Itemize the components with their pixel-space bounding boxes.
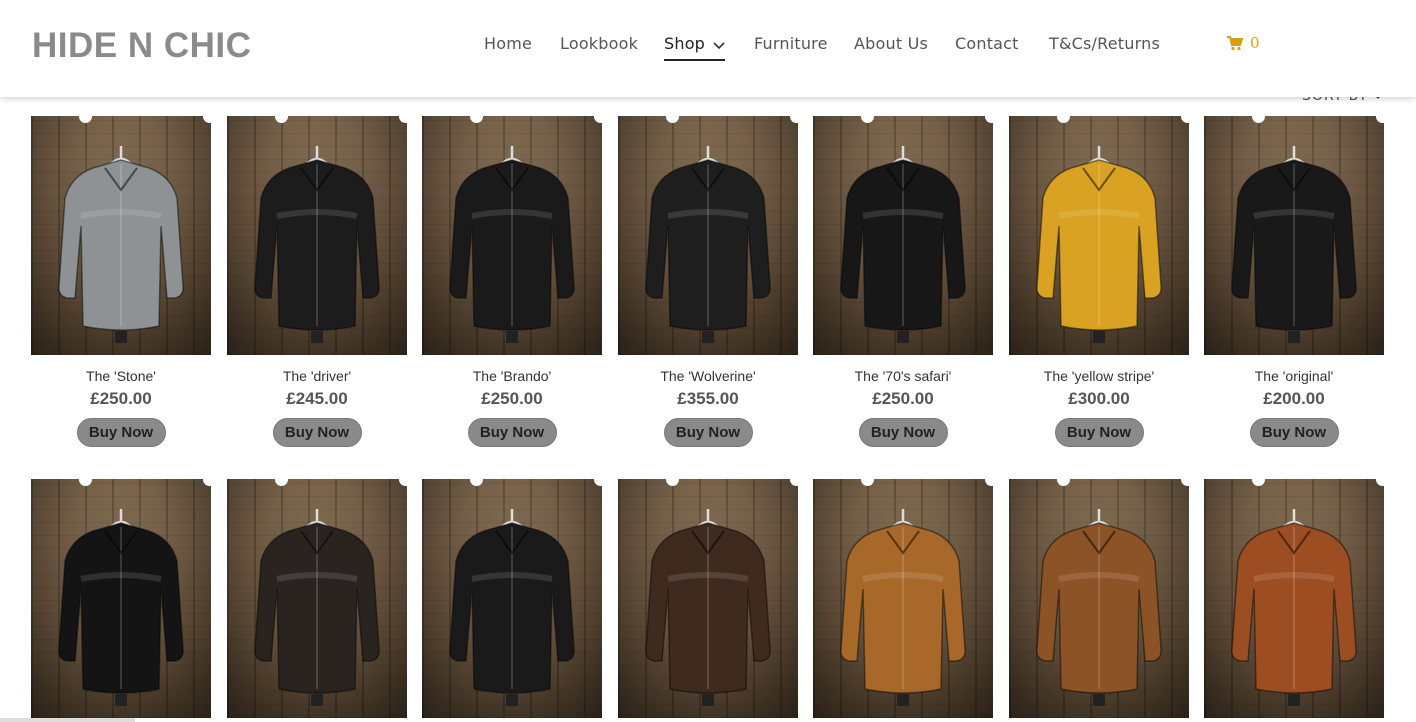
product-image[interactable] <box>618 479 798 718</box>
product-card: The 'yellow stripe' £300.00 Buy Now <box>1009 116 1189 447</box>
product-card: The '70's safari' £250.00 Buy Now <box>813 116 993 447</box>
product-card: The 'original' £200.00 Buy Now <box>1204 116 1384 447</box>
jacket-image <box>1231 509 1357 706</box>
brand-logo[interactable]: HIDE N CHIC <box>32 26 251 66</box>
nav-contact[interactable]: Contact <box>955 34 1019 53</box>
cart-button[interactable]: 0 <box>1227 34 1260 52</box>
product-card <box>813 479 993 718</box>
buy-now-button[interactable]: Buy Now <box>858 418 948 447</box>
product-name[interactable]: The 'Stone' <box>31 368 211 384</box>
product-price: £250.00 <box>90 389 152 408</box>
product-card: The 'Wolverine' £355.00 Buy Now <box>618 116 798 447</box>
jacket-image <box>840 509 966 706</box>
product-image[interactable] <box>227 479 407 718</box>
jacket-image <box>645 509 771 706</box>
nav-furniture[interactable]: Furniture <box>754 34 828 53</box>
product-image[interactable] <box>1009 116 1189 355</box>
product-image[interactable] <box>1204 116 1384 355</box>
product-card <box>422 479 602 718</box>
product-card: The 'Brando' £250.00 Buy Now <box>422 116 602 447</box>
nav-terms-returns[interactable]: T&Cs/Returns <box>1049 34 1160 53</box>
product-price: £200.00 <box>1263 389 1325 408</box>
jacket-image <box>1036 509 1162 706</box>
nav-about-us[interactable]: About Us <box>854 34 928 53</box>
cart-count: 0 <box>1250 34 1260 52</box>
product-name[interactable]: The 'original' <box>1204 368 1384 384</box>
product-image[interactable] <box>813 479 993 718</box>
jacket-image <box>449 146 575 343</box>
jacket-image <box>254 146 380 343</box>
horizontal-scrollbar[interactable] <box>0 718 135 722</box>
chevron-down-icon <box>713 41 725 49</box>
jacket-image <box>1036 146 1162 343</box>
product-name[interactable]: The 'Wolverine' <box>618 368 798 384</box>
cart-icon <box>1227 35 1243 50</box>
product-image[interactable] <box>1009 479 1189 718</box>
product-image[interactable] <box>31 479 211 718</box>
nav-home[interactable]: Home <box>484 34 532 53</box>
jacket-image <box>840 146 966 343</box>
product-price: £250.00 <box>872 389 934 408</box>
product-image[interactable] <box>227 116 407 355</box>
nav-shop[interactable]: Shop <box>664 34 726 61</box>
product-card <box>227 479 407 718</box>
jacket-image <box>449 509 575 706</box>
jacket-image <box>58 146 184 343</box>
jacket-image <box>58 509 184 706</box>
product-image[interactable] <box>1204 479 1384 718</box>
product-price: £250.00 <box>481 389 543 408</box>
product-price: £300.00 <box>1068 389 1130 408</box>
product-name[interactable]: The 'yellow stripe' <box>1009 368 1189 384</box>
product-image[interactable] <box>422 479 602 718</box>
buy-now-button[interactable]: Buy Now <box>1249 418 1339 447</box>
product-card <box>31 479 211 718</box>
product-card <box>618 479 798 718</box>
product-price: £355.00 <box>677 389 739 408</box>
product-price: £245.00 <box>286 389 348 408</box>
nav-lookbook[interactable]: Lookbook <box>560 34 638 53</box>
buy-now-button[interactable]: Buy Now <box>76 418 166 447</box>
buy-now-button[interactable]: Buy Now <box>663 418 753 447</box>
product-card: The 'Stone' £250.00 Buy Now <box>31 116 211 447</box>
product-name[interactable]: The 'Brando' <box>422 368 602 384</box>
product-image[interactable] <box>422 116 602 355</box>
product-card <box>1204 479 1384 718</box>
product-name[interactable]: The '70's safari' <box>813 368 993 384</box>
product-image[interactable] <box>31 116 211 355</box>
product-image[interactable] <box>813 116 993 355</box>
buy-now-button[interactable]: Buy Now <box>467 418 557 447</box>
product-card: The 'driver' £245.00 Buy Now <box>227 116 407 447</box>
product-image[interactable] <box>618 116 798 355</box>
nav-shop-label: Shop <box>664 34 706 53</box>
site-header: HIDE N CHIC Home Lookbook Shop Furniture… <box>0 0 1416 97</box>
buy-now-button[interactable]: Buy Now <box>1054 418 1144 447</box>
jacket-image <box>254 509 380 706</box>
jacket-image <box>645 146 771 343</box>
product-name[interactable]: The 'driver' <box>227 368 407 384</box>
jacket-image <box>1231 146 1357 343</box>
buy-now-button[interactable]: Buy Now <box>272 418 362 447</box>
product-card <box>1009 479 1189 718</box>
